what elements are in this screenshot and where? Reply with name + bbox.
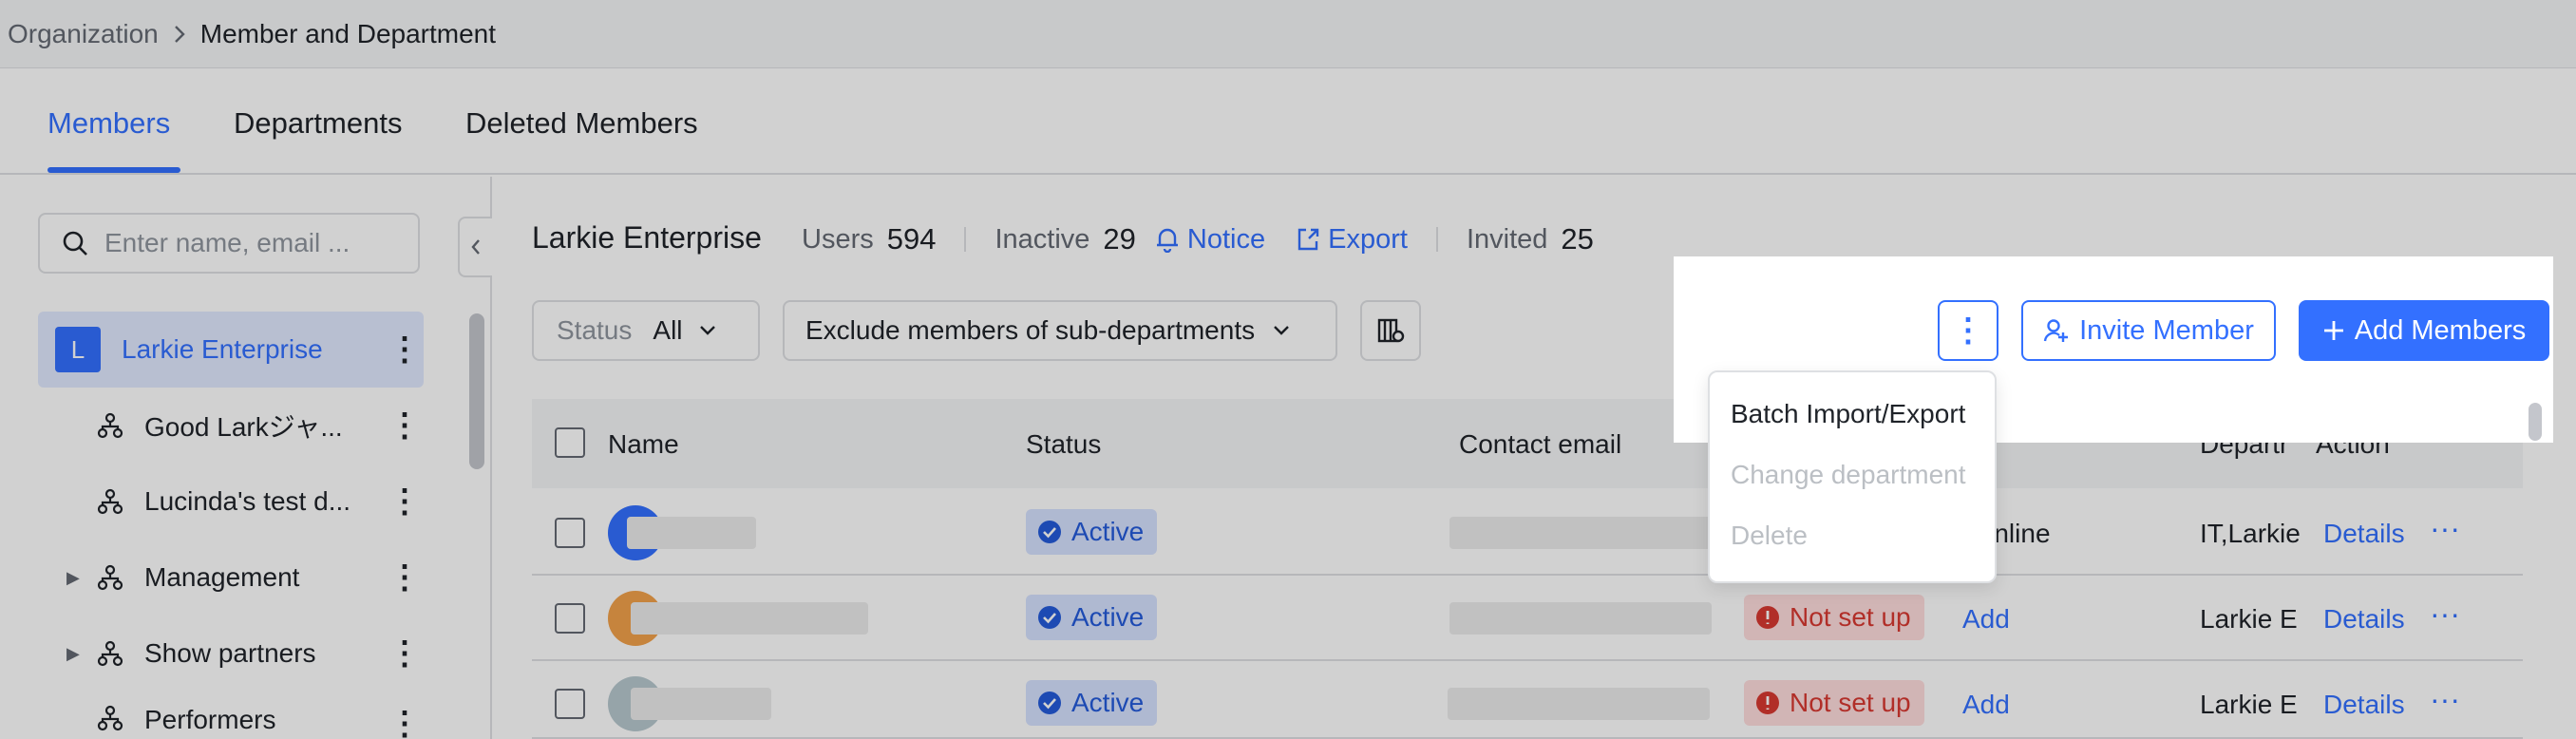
more-actions-menu: Batch Import/Export Change department De…	[1708, 370, 1997, 583]
menu-item-batch-import-export[interactable]: Batch Import/Export	[1731, 399, 1965, 429]
more-actions-button[interactable]: ⋮	[1938, 300, 1998, 361]
menu-item-change-department: Change department	[1731, 460, 1966, 489]
table-scrollbar[interactable]	[2529, 403, 2542, 441]
invite-member-button[interactable]: Invite Member	[2021, 300, 2276, 361]
plus-icon	[2322, 319, 2345, 342]
add-members-label: Add Members	[2354, 314, 2527, 346]
invite-member-label: Invite Member	[2079, 314, 2254, 346]
more-vertical-icon: ⋮	[1952, 313, 1984, 349]
menu-item-delete: Delete	[1731, 521, 1808, 550]
invite-user-icon	[2043, 317, 2070, 344]
add-members-button[interactable]: Add Members	[2299, 300, 2549, 361]
